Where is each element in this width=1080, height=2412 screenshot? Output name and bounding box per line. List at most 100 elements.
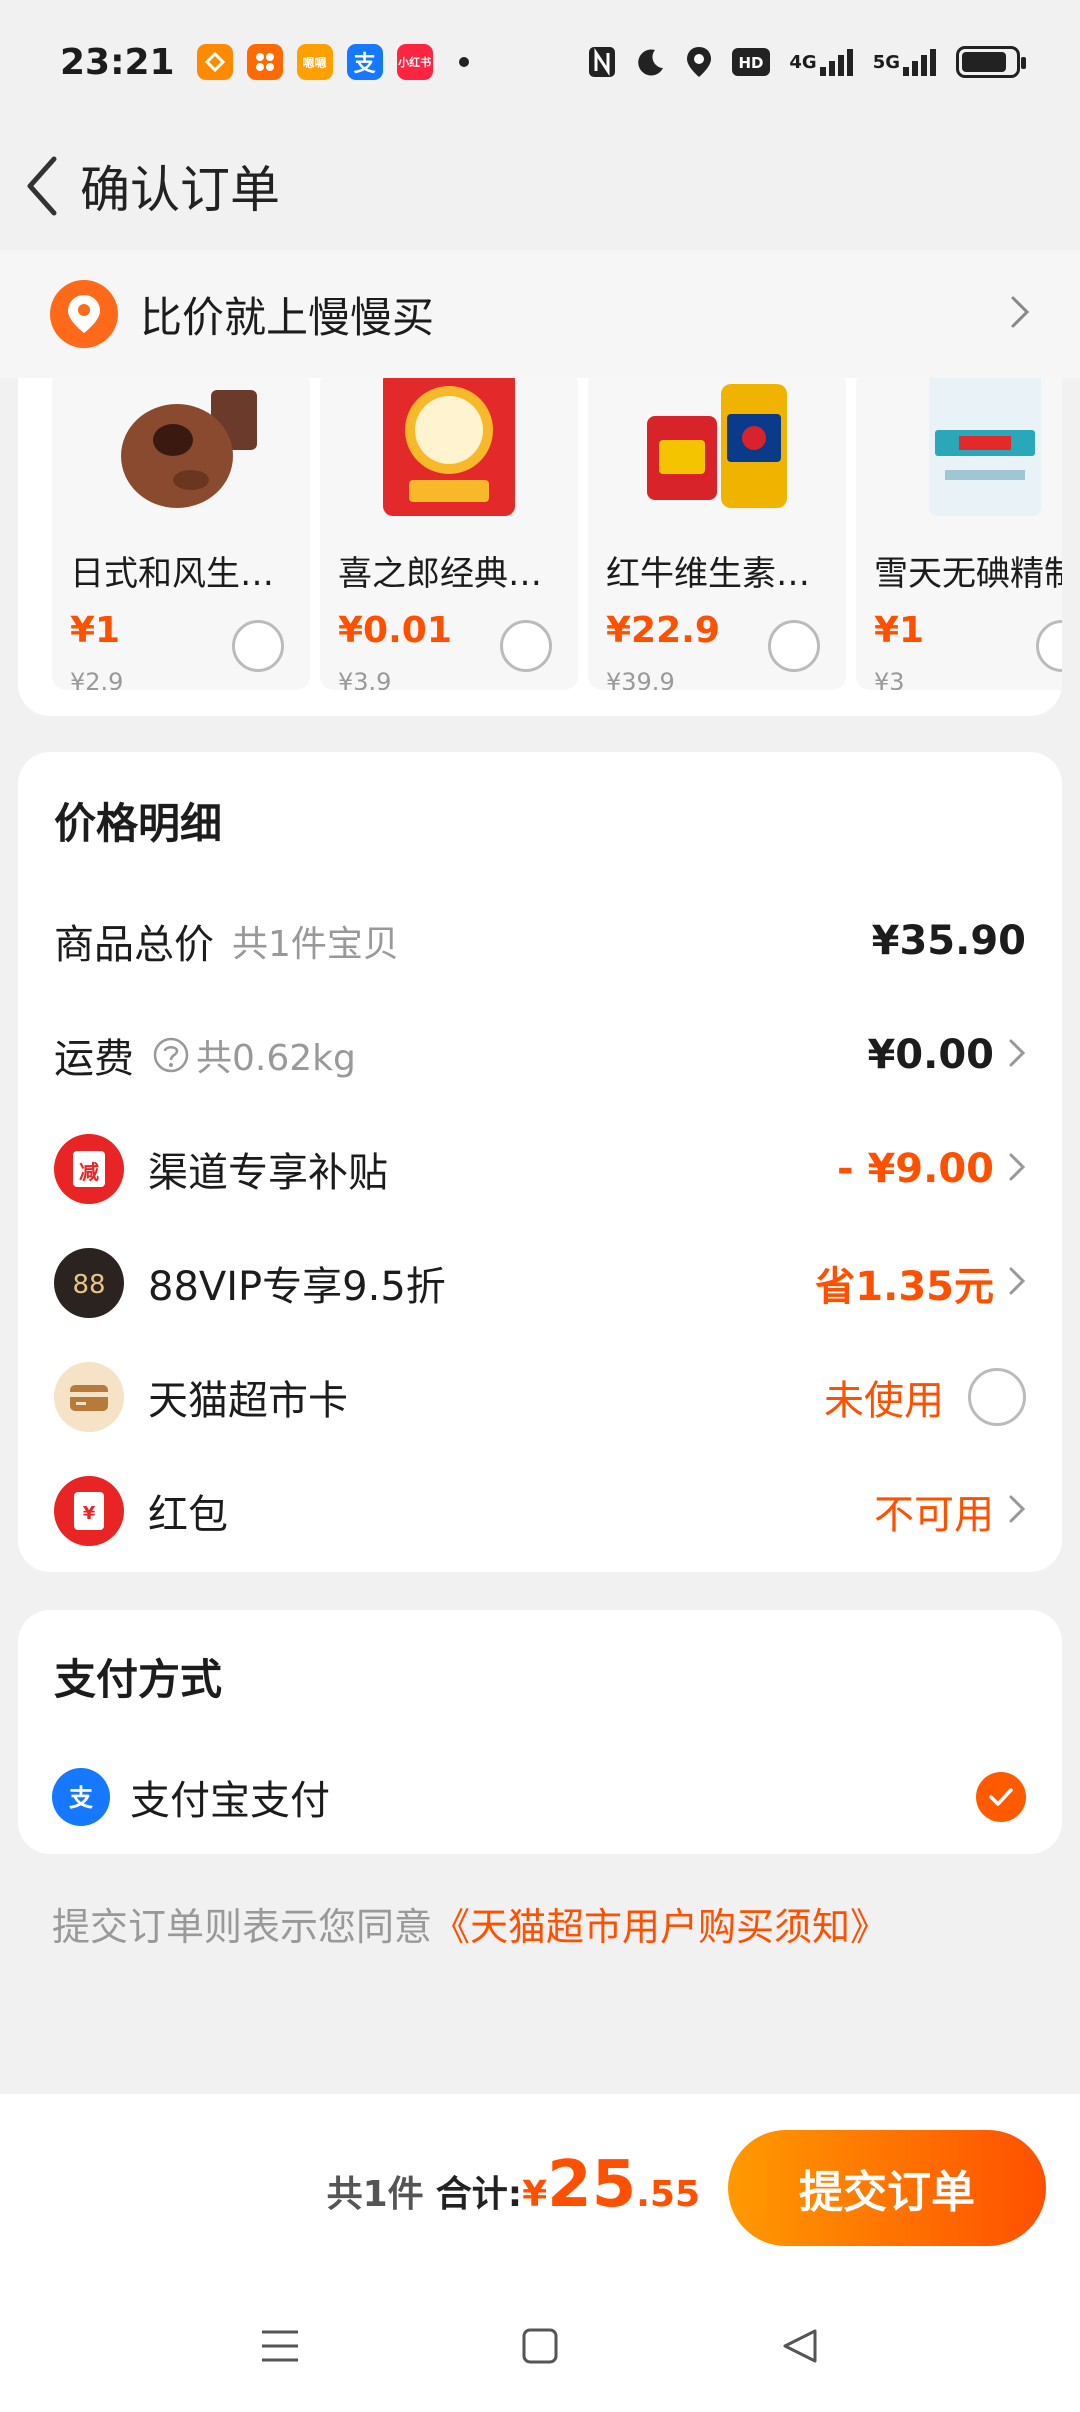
supermarket-card-value: 未使用 bbox=[824, 1378, 944, 1424]
goods-total-value: ¥35.90 bbox=[871, 918, 1026, 964]
product-select-radio[interactable] bbox=[768, 620, 820, 672]
vip-value: 省1.35元 bbox=[815, 1264, 994, 1310]
product-original-price: ¥3.9 bbox=[338, 668, 392, 690]
status-icons: HD 4G 5G bbox=[587, 45, 1026, 79]
product-select-radio[interactable] bbox=[1036, 620, 1062, 672]
channel-subsidy-row[interactable]: 减 渠道专享补贴 - ¥9.00 bbox=[54, 1124, 1026, 1214]
grid-app-icon bbox=[246, 44, 283, 80]
shipping-right: ¥0.00 bbox=[867, 1032, 1026, 1078]
red-packet-icon: ¥ bbox=[54, 1476, 124, 1546]
alipay-app-icon: 支 bbox=[346, 44, 383, 80]
location-icon bbox=[685, 45, 713, 79]
svg-text:HD: HD bbox=[739, 54, 764, 72]
product-card[interactable]: 雪天无碘精制 ¥1 ¥3 bbox=[856, 370, 1062, 690]
total-integer: 25 bbox=[547, 2148, 637, 2222]
submit-order-button[interactable]: 提交订单 bbox=[728, 2130, 1046, 2246]
product-select-radio[interactable] bbox=[500, 620, 552, 672]
vip-discount-row[interactable]: 88 88VIP专享9.5折 省1.35元 bbox=[54, 1238, 1026, 1328]
supermarket-card-right: 未使用 bbox=[824, 1368, 1026, 1426]
product-original-price: ¥2.9 bbox=[70, 668, 124, 690]
product-card[interactable]: 红牛维生素饮… ¥22.9 ¥39.9 bbox=[588, 370, 846, 690]
home-icon[interactable] bbox=[510, 2316, 570, 2376]
location-pin-icon bbox=[50, 280, 118, 348]
price-compare-banner[interactable]: 比价就上慢慢买 bbox=[0, 250, 1080, 378]
agreement-text: 提交订单则表示您同意《天猫超市用户购买须知》 bbox=[52, 1896, 888, 1951]
chevron-right-icon bbox=[1008, 1038, 1026, 1072]
energy-drink-icon bbox=[637, 370, 797, 520]
alipay-row[interactable]: 支 支付宝支付 bbox=[52, 1752, 952, 1842]
product-name: 红牛维生素饮… bbox=[606, 554, 842, 594]
shipping-weight: 共0.62kg bbox=[196, 1038, 356, 1079]
check-icon[interactable] bbox=[976, 1772, 1026, 1822]
product-card[interactable]: 日式和风生巧… ¥1 ¥2.9 bbox=[52, 370, 310, 690]
product-card[interactable]: 喜之郎经典果… ¥0.01 ¥3.9 bbox=[320, 370, 578, 690]
chevron-right-icon bbox=[1008, 1266, 1026, 1300]
product-price: ¥22.9 bbox=[606, 610, 720, 651]
product-name: 喜之郎经典果… bbox=[338, 554, 574, 594]
status-time: 23:21 bbox=[60, 41, 175, 83]
signal-4g-icon: 4G bbox=[789, 47, 854, 77]
product-list: 日式和风生巧… ¥1 ¥2.9 喜之郎经典果… ¥0.01 ¥3.9 红牛维生素… bbox=[52, 370, 1062, 690]
recommend-products: 日式和风生巧… ¥1 ¥2.9 喜之郎经典果… ¥0.01 ¥3.9 红牛维生素… bbox=[18, 340, 1062, 716]
xiaohongshu-app-icon: 小红书 bbox=[396, 44, 433, 80]
discount-icon-text: 减 bbox=[79, 1160, 99, 1184]
gift-card-icon bbox=[54, 1362, 124, 1432]
supermarket-card-row[interactable]: 天猫超市卡 未使用 bbox=[54, 1352, 1026, 1442]
battery-icon bbox=[956, 46, 1026, 78]
price-details-card: 价格明细 商品总价 共1件宝贝 ¥35.90 运费 共0.62kg ¥0.00 … bbox=[18, 752, 1062, 1572]
vip-label: 88VIP专享9.5折 bbox=[148, 1264, 446, 1310]
red-packet-icon-text: ¥ bbox=[83, 1503, 96, 1524]
supermarket-card-radio[interactable] bbox=[968, 1368, 1026, 1426]
channel-subsidy-value: - ¥9.00 bbox=[836, 1146, 994, 1192]
shipping-row[interactable]: 运费 共0.62kg ¥0.00 bbox=[54, 1010, 1026, 1100]
red-packet-label: 红包 bbox=[148, 1492, 228, 1538]
product-price: ¥1 bbox=[70, 610, 121, 651]
total-label: 合计: bbox=[435, 2174, 523, 2215]
order-total: 共1件 合计: ¥ 25 .55 bbox=[327, 2148, 700, 2222]
page-title: 确认订单 bbox=[80, 161, 280, 219]
goods-total-row: 商品总价 共1件宝贝 ¥35.90 bbox=[54, 896, 1026, 986]
agreement-prefix: 提交订单则表示您同意 bbox=[52, 1905, 433, 1949]
back-icon[interactable] bbox=[12, 146, 72, 226]
payment-method-card: 支付方式 支 支付宝支付 bbox=[18, 1610, 1062, 1854]
signal-5g-icon: 5G bbox=[873, 47, 938, 77]
moon-icon bbox=[635, 46, 667, 78]
product-original-price: ¥39.9 bbox=[606, 668, 675, 690]
signal-4g-label: 4G bbox=[789, 51, 817, 73]
shipping-value: ¥0.00 bbox=[867, 1032, 994, 1078]
hd-icon: HD bbox=[731, 47, 771, 77]
system-nav-bar bbox=[0, 2280, 1080, 2412]
total-decimal: .55 bbox=[636, 2174, 700, 2215]
product-price: ¥0.01 bbox=[338, 610, 452, 651]
discount-icon: 减 bbox=[54, 1134, 124, 1204]
alipay-label: 支付宝支付 bbox=[130, 1778, 330, 1824]
product-name: 日式和风生巧… bbox=[70, 554, 306, 594]
chevron-right-icon bbox=[1010, 295, 1030, 333]
back-triangle-icon[interactable] bbox=[770, 2316, 830, 2376]
checkout-bar: 共1件 合计: ¥ 25 .55 提交订单 bbox=[0, 2094, 1080, 2280]
red-packet-row[interactable]: ¥ 红包 不可用 bbox=[54, 1466, 1026, 1556]
vip-88-icon: 88 bbox=[54, 1248, 124, 1318]
heart-app-icon bbox=[196, 44, 233, 80]
product-price: ¥1 bbox=[874, 610, 925, 651]
product-select-radio[interactable] bbox=[232, 620, 284, 672]
help-icon[interactable] bbox=[152, 1036, 190, 1074]
jelly-pack-icon bbox=[369, 370, 529, 520]
notification-dot bbox=[458, 57, 469, 67]
shipping-label: 运费 bbox=[54, 1036, 134, 1082]
alipay-icon: 支 bbox=[52, 1768, 110, 1826]
agreement-link[interactable]: 《天猫超市用户购买须知》 bbox=[432, 1905, 888, 1949]
channel-subsidy-right: - ¥9.00 bbox=[837, 1146, 1026, 1192]
goods-total-label: 商品总价 bbox=[54, 922, 214, 968]
nfc-icon bbox=[587, 45, 617, 79]
vip-right: 省1.35元 bbox=[815, 1254, 1026, 1312]
alipay-icon-text: 支 bbox=[69, 1784, 94, 1812]
price-details-title: 价格明细 bbox=[54, 799, 223, 848]
ele-app-icon: 嗯嗯 bbox=[296, 44, 333, 80]
header: 确认订单 bbox=[0, 124, 1080, 248]
red-packet-value: 不可用 bbox=[874, 1492, 994, 1538]
supermarket-card-label: 天猫超市卡 bbox=[148, 1378, 348, 1424]
goods-total-right: ¥35.90 bbox=[872, 918, 1026, 964]
payment-title: 支付方式 bbox=[54, 1655, 223, 1704]
menu-icon[interactable] bbox=[250, 2316, 310, 2376]
